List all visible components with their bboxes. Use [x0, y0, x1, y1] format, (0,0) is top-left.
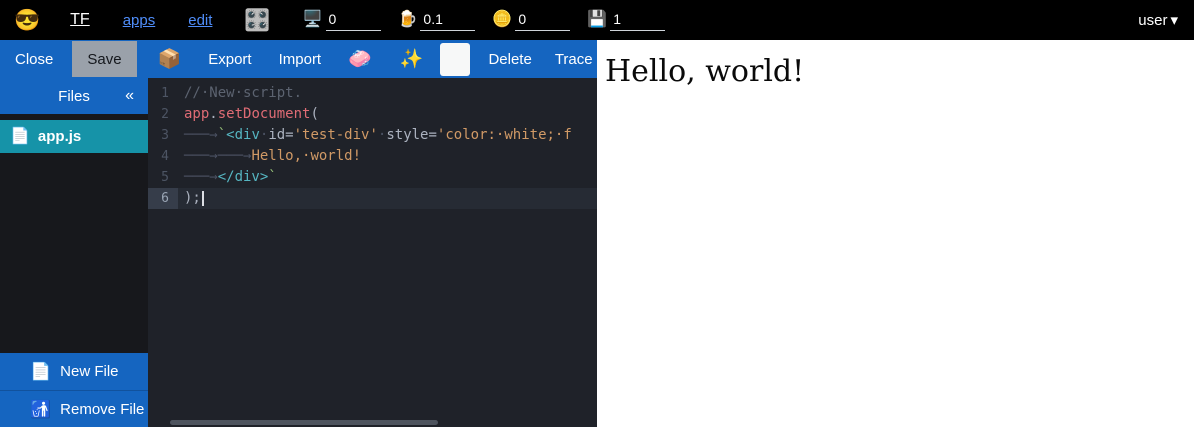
chevron-down-icon: ▾ [1170, 11, 1178, 29]
floppy-disk-icon: 💾 [587, 12, 607, 28]
code-segment: . [209, 106, 217, 122]
trace-button[interactable]: Trace [555, 51, 593, 68]
code-text: ───→───→Hello,·world! [178, 146, 597, 167]
user-menu[interactable]: user ▾ [1138, 11, 1178, 29]
stat-beer: 🍺 0.1 [398, 10, 476, 31]
code-segment: //·New·script. [184, 85, 302, 101]
coin-icon: 🪙 [492, 12, 512, 28]
monitor-icon: 🖥️ [303, 12, 323, 28]
text-cursor [202, 191, 204, 206]
export-button[interactable]: Export [208, 51, 251, 68]
code-line[interactable]: 2app.setDocument( [148, 104, 597, 125]
code-segment: id= [268, 127, 293, 143]
blank-swatch-button[interactable] [440, 43, 470, 76]
code-text: ───→</div>` [178, 167, 597, 188]
package-icon-button[interactable]: 📦 [158, 50, 182, 69]
horizontal-scrollbar-thumb[interactable] [170, 420, 438, 425]
nav-link-edit[interactable]: edit [188, 12, 212, 29]
code-segment: ───→───→ [184, 148, 251, 164]
preview-hello-text: Hello, world! [605, 54, 1194, 89]
code-line[interactable]: 6); [148, 188, 597, 209]
delete-button[interactable]: Delete [488, 51, 531, 68]
code-segment: app [184, 106, 209, 122]
code-text: app.setDocument( [178, 104, 597, 125]
line-number: 3 [148, 125, 178, 146]
save-button[interactable]: Save [72, 41, 136, 77]
nav-link-apps[interactable]: apps [123, 12, 156, 29]
code-segment: ───→ [184, 169, 218, 185]
sunglasses-face-logo-icon[interactable]: 😎 [14, 10, 40, 31]
code-line[interactable]: 5───→</div>` [148, 167, 597, 188]
code-line[interactable]: 4───→───→Hello,·world! [148, 146, 597, 167]
stat-floppy: 💾 1 [587, 10, 665, 31]
editor-toolbar: Close Save 📦 Export Import 🧼 ✨ Delete Tr… [0, 40, 597, 78]
import-button[interactable]: Import [279, 51, 322, 68]
line-number: 1 [148, 83, 178, 104]
files-header: Files « [0, 78, 148, 114]
code-segment: 'color:·white;·f [437, 127, 572, 143]
code-segment: </div> [218, 169, 269, 185]
remove-file-icon: 🚮 [30, 401, 51, 418]
code-lines: 1//·New·script.2app.setDocument(3───→`<d… [148, 78, 597, 209]
code-segment: ); [184, 190, 201, 206]
code-segment: setDocument [218, 106, 311, 122]
topbar: 😎 TF apps edit 🎛️ 🖥️ 0 🍺 0.1 🪙 0 💾 1 use… [0, 0, 1194, 40]
document-icon: 📄 [10, 129, 30, 145]
code-line[interactable]: 1 //·New·script. [148, 83, 597, 104]
code-text: ───→`<div·id='test-div'·style='color:·wh… [178, 125, 597, 146]
app-preview-pane: Hello, world! [597, 40, 1194, 427]
code-segment: 'test-div' [294, 127, 378, 143]
code-segment: ` [268, 169, 276, 185]
remove-file-label: Remove File [60, 401, 144, 418]
new-file-button[interactable]: 📄 New File [0, 353, 148, 390]
line-number: 6 [148, 188, 178, 209]
line-number: 2 [148, 104, 178, 125]
code-text: ); [178, 188, 597, 209]
remove-file-button[interactable]: 🚮 Remove File [0, 390, 148, 427]
sidebar-actions: 📄 New File 🚮 Remove File [0, 353, 148, 427]
code-segment: ───→ [184, 127, 218, 143]
new-file-label: New File [60, 363, 118, 380]
files-sidebar: Files « 📄 app.js 📄 New File 🚮 Remove Fil… [0, 78, 148, 427]
line-number: 5 [148, 167, 178, 188]
stat-beer-value[interactable]: 0.1 [420, 10, 475, 31]
file-item-appjs[interactable]: 📄 app.js [0, 120, 148, 153]
close-button[interactable]: Close [15, 51, 53, 68]
control-panel-icon[interactable]: 🎛️ [244, 10, 270, 31]
code-segment: ( [310, 106, 318, 122]
code-segment: <div [226, 127, 260, 143]
stat-monitor-value[interactable]: 0 [326, 10, 381, 31]
files-header-title: Files [58, 88, 90, 105]
code-segment: Hello,·world! [251, 148, 361, 164]
stat-monitor: 🖥️ 0 [303, 10, 381, 31]
stat-floppy-value[interactable]: 1 [610, 10, 665, 31]
sparkles-icon-button[interactable]: ✨ [400, 50, 424, 69]
line-number: 4 [148, 146, 178, 167]
stats-bar: 🖥️ 0 🍺 0.1 🪙 0 💾 1 [303, 10, 666, 31]
code-editor[interactable]: 1//·New·script.2app.setDocument(3───→`<d… [148, 78, 597, 427]
file-list: 📄 app.js [0, 114, 148, 353]
code-line[interactable]: 3───→`<div·id='test-div'·style='color:·w… [148, 125, 597, 146]
stat-coin-value[interactable]: 0 [515, 10, 570, 31]
soap-icon-button[interactable]: 🧼 [348, 50, 372, 69]
code-segment: ` [218, 127, 226, 143]
code-text: //·New·script. [178, 83, 597, 104]
code-segment: style= [386, 127, 437, 143]
user-menu-label: user [1138, 12, 1167, 29]
new-file-icon: 📄 [30, 363, 51, 380]
file-item-label: app.js [38, 128, 81, 145]
stat-coin: 🪙 0 [492, 10, 570, 31]
beer-icon: 🍺 [398, 12, 418, 28]
brand-link[interactable]: TF [70, 11, 90, 29]
collapse-sidebar-icon[interactable]: « [125, 87, 134, 105]
